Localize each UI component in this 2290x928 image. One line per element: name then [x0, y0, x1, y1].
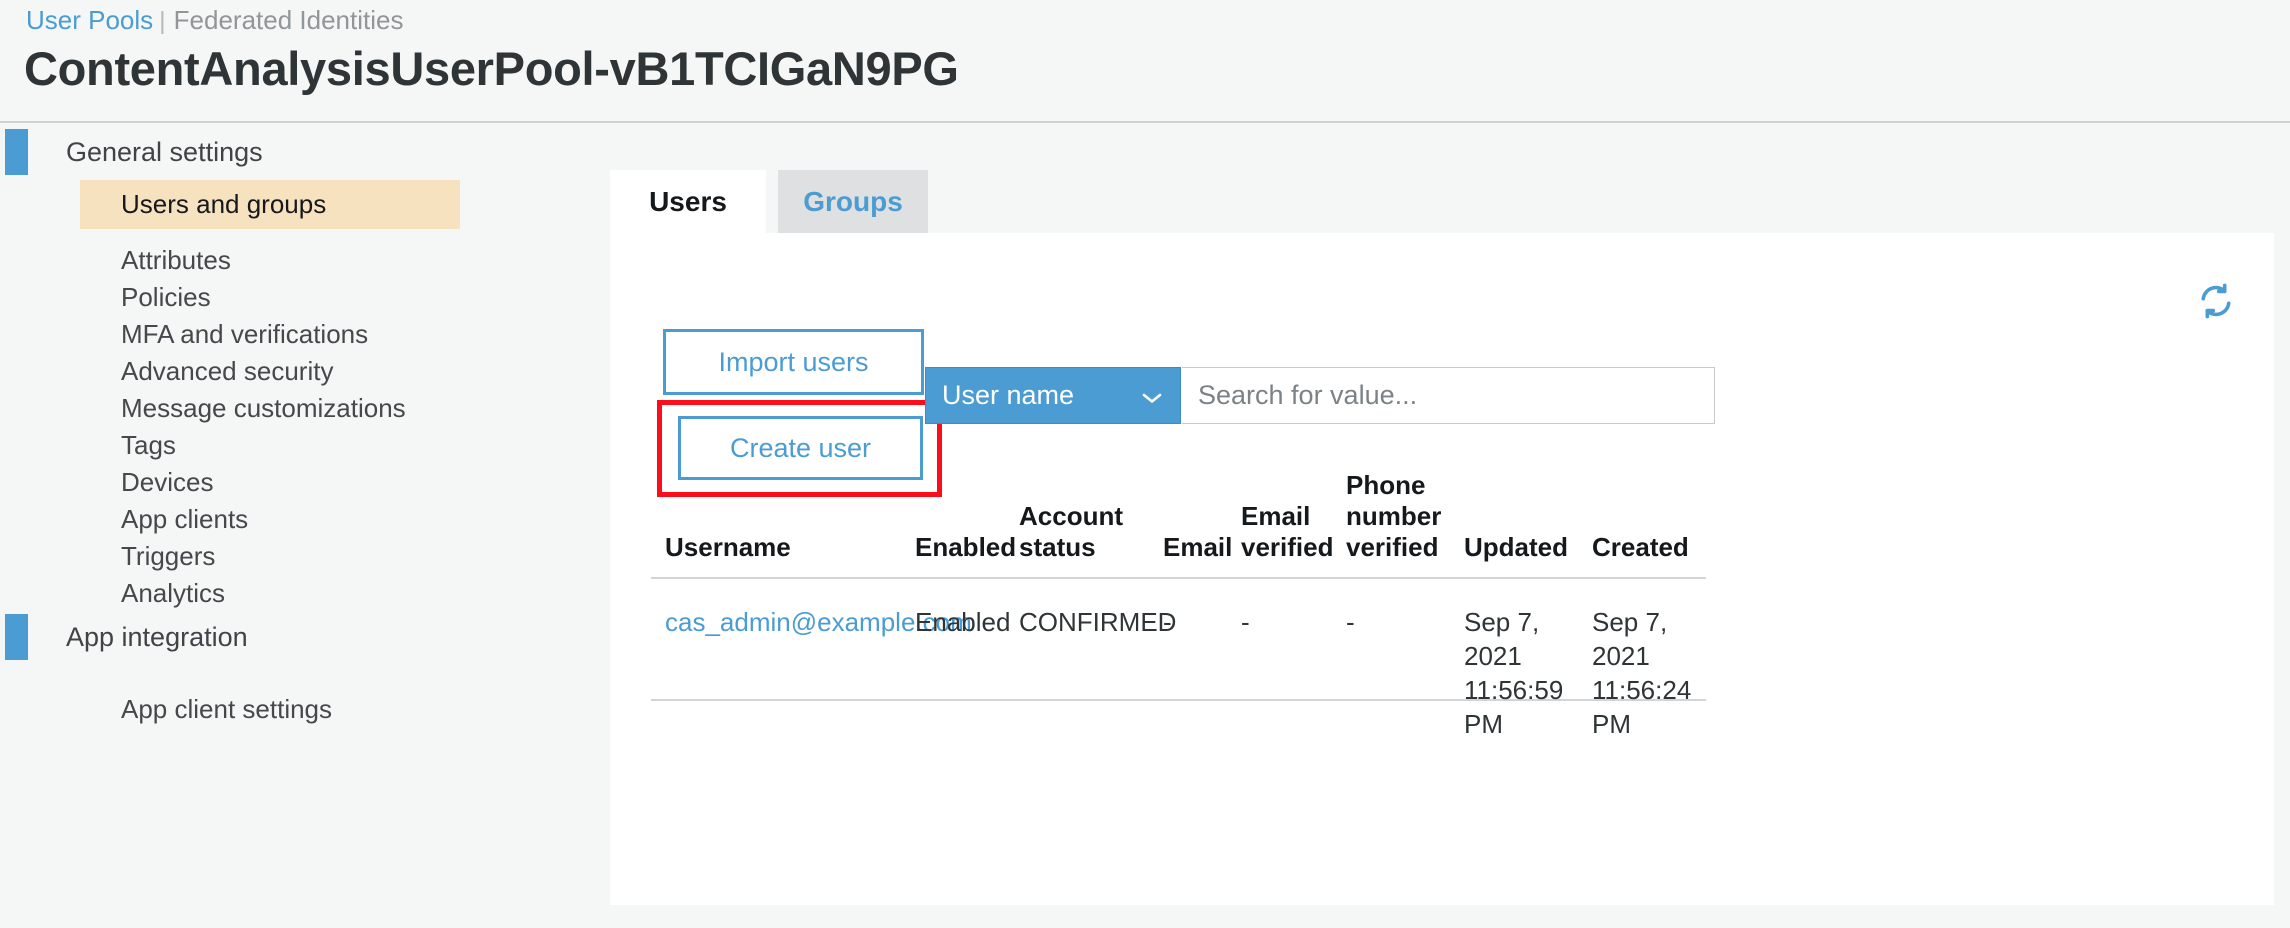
group-marker-icon — [5, 614, 28, 660]
table-header-row: Username Enabled Account status Email Em… — [651, 470, 1706, 579]
sidebar-item-label: Tags — [121, 430, 176, 460]
sidebar-group-general-settings[interactable]: General settings — [0, 123, 598, 180]
tab-label: Users — [649, 186, 727, 217]
sidebar-item-label: MFA and verifications — [121, 319, 369, 349]
sidebar-group-label: App integration — [66, 622, 248, 652]
main-content: Users Groups Import users Create user Us… — [598, 123, 2290, 928]
sidebar-item-label: App clients — [121, 504, 249, 534]
create-user-button[interactable]: Create user — [678, 416, 923, 480]
sidebar-item-label: Users and groups — [121, 189, 327, 219]
cell-username[interactable]: cas_admin@example.com — [665, 605, 972, 639]
sidebar-item-label: Message customizations — [121, 393, 406, 423]
cell-enabled: Enabled — [915, 607, 1011, 637]
column-header-created: Created — [1592, 532, 1689, 562]
sidebar-item-label: Analytics — [121, 578, 226, 608]
users-panel: Import users Create user User name Usern… — [610, 233, 2274, 905]
tab-users[interactable]: Users — [610, 170, 766, 233]
sidebar-item-label: Policies — [121, 282, 211, 312]
sidebar-item-label: Attributes — [121, 245, 231, 275]
chevron-down-icon — [1142, 368, 1162, 425]
sidebar-item-label: App client settings — [121, 694, 333, 724]
cell-created: Sep 7, 2021 11:56:24 PM — [1592, 607, 1692, 739]
sidebar-group-app-integration[interactable]: App integration — [0, 608, 598, 665]
column-header-phone-number-verified: Phone number verified — [1346, 470, 1442, 562]
search-input[interactable] — [1182, 367, 1715, 424]
cell-email: - — [1163, 607, 1172, 637]
cell-account-status: CONFIRMED — [1019, 607, 1177, 637]
sidebar-item-label: Advanced security — [121, 356, 334, 386]
page-title: ContentAnalysisUserPool-vB1TCIGaN9PG — [24, 42, 959, 95]
sidebar-item-users-and-groups[interactable]: Users and groups — [80, 180, 460, 229]
column-header-account-status: Account status — [1019, 501, 1123, 562]
sidebar-item-app-client-settings[interactable]: App client settings — [80, 685, 460, 734]
import-users-button[interactable]: Import users — [663, 329, 924, 395]
search-filter-dropdown[interactable]: User name — [925, 367, 1181, 424]
column-header-email: Email — [1163, 532, 1233, 562]
tab-label: Groups — [803, 186, 903, 217]
tab-groups[interactable]: Groups — [778, 170, 928, 233]
group-marker-icon — [5, 129, 28, 175]
sidebar-item-label: Triggers — [121, 541, 216, 571]
sidebar-item-label: Devices — [121, 467, 214, 497]
cell-phone-number-verified: - — [1346, 607, 1355, 637]
breadcrumb-user-pools-link[interactable]: User Pools — [26, 5, 153, 35]
breadcrumb-federated-identities-link[interactable]: Federated Identities — [174, 5, 404, 35]
column-header-username: Username — [665, 532, 791, 562]
breadcrumb: User Pools | Federated Identities — [26, 3, 403, 38]
table-row: cas_admin@example.com Enabled CONFIRMED … — [651, 579, 1706, 739]
cell-email-verified: - — [1241, 607, 1250, 637]
column-header-email-verified: Email verified — [1241, 501, 1334, 562]
column-header-updated: Updated — [1464, 532, 1568, 562]
sidebar-group-label: General settings — [66, 137, 263, 167]
users-table: Username Enabled Account status Email Em… — [651, 470, 1706, 739]
sidebar-nav: General settings Users and groups Attrib… — [0, 123, 598, 928]
search-filter-value: User name — [942, 380, 1075, 410]
cell-updated: Sep 7, 2021 11:56:59 PM — [1464, 607, 1564, 739]
breadcrumb-separator: | — [159, 7, 166, 35]
column-header-enabled: Enabled — [915, 532, 1017, 562]
refresh-icon[interactable] — [2198, 283, 2234, 319]
page-header: User Pools | Federated Identities ContentA… — [0, 0, 2290, 123]
